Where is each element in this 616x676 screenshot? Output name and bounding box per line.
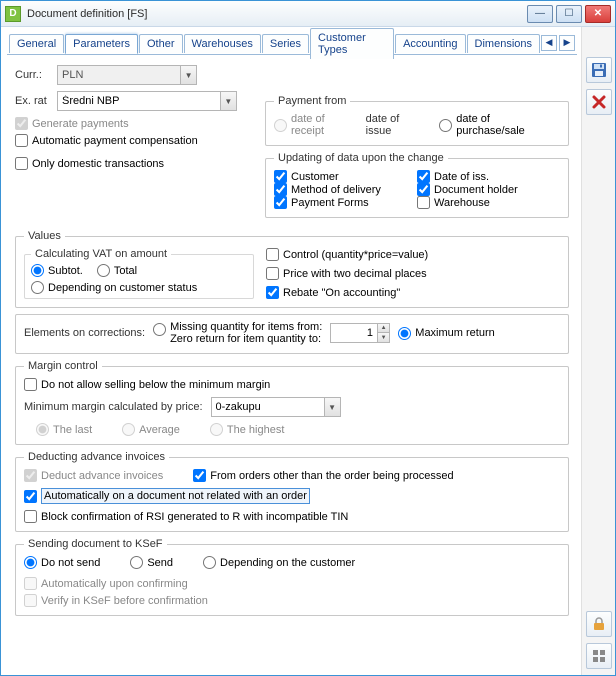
upd-payment-forms[interactable]: Payment Forms [274,196,417,209]
upd-customer[interactable]: Customer [274,170,417,183]
updating-legend: Updating of data upon the change [274,152,448,164]
from-orders[interactable]: From orders other than the order being p… [193,469,453,482]
spin-up-icon[interactable]: ▲ [378,324,389,333]
upd-date-iss[interactable]: Date of iss. [417,170,560,183]
advance-group: Deducting advance invoices Deduct advanc… [15,451,569,532]
cancel-button[interactable] [586,89,612,115]
tab-bar: General Parameters Other Warehouses Seri… [7,31,577,55]
side-toolbar [581,27,615,675]
ksef-group: Sending document to KSeF Do not send Sen… [15,538,569,616]
calc-vat-group: Calculating VAT on amount Subtot. Total … [24,248,254,299]
tab-customer-types[interactable]: Customer Types [310,28,394,59]
close-button[interactable]: ✕ [585,5,611,23]
save-button[interactable] [586,57,612,83]
margin-highest: The highest [210,423,284,436]
currency-label: Curr.: [15,69,57,81]
auto-payment-comp-checkbox[interactable]: Automatic payment compensation [15,134,265,147]
block-rsi[interactable]: Block confirmation of RSI generated to R… [24,510,560,523]
values-legend: Values [24,230,65,242]
tab-warehouses[interactable]: Warehouses [184,34,261,53]
exrate-value[interactable] [58,92,220,110]
titlebar[interactable]: D Document definition [FS] — ☐ ✕ [1,1,615,27]
document-definition-window: D Document definition [FS] — ☐ ✕ General… [0,0,616,676]
tab-scroll-left[interactable]: ◀ [541,35,557,51]
corrections-max-return[interactable]: Maximum return [398,327,494,340]
auto-on-doc[interactable]: Automatically on a document not related … [24,488,560,504]
ksef-depending[interactable]: Depending on the customer [203,556,355,569]
upd-doc-holder[interactable]: Document holder [417,183,560,196]
rebate-check[interactable]: Rebate "On accounting" [266,286,560,299]
payment-from-purchase[interactable]: date of purchase/sale [439,113,560,137]
tab-scroll-right[interactable]: ▶ [559,35,575,51]
margin-control-group: Margin control Do not allow selling belo… [15,360,569,445]
exrate-label: Ex. rat [15,95,57,107]
grid-button[interactable] [586,643,612,669]
lock-icon [591,616,607,632]
margin-legend: Margin control [24,360,102,372]
ksef-verify: Verify in KSeF before confirmation [24,594,560,607]
only-domestic-checkbox[interactable]: Only domestic transactions [15,157,265,170]
calc-vat-legend: Calculating VAT on amount [31,248,171,260]
vat-total[interactable]: Total [97,264,137,277]
updating-group: Updating of data upon the change Custome… [265,152,569,218]
advance-legend: Deducting advance invoices [24,451,169,463]
margin-avg: Average [122,423,180,436]
twodec-check[interactable]: Price with two decimal places [266,267,560,280]
currency-combo[interactable]: ▼ [57,65,197,85]
margin-combo[interactable]: ▼ [211,397,341,417]
payment-from-issue: date of issue [366,113,428,137]
corrections-group: Elements on corrections: Missing quantit… [15,314,569,354]
currency-value [58,66,180,84]
spin-down-icon[interactable]: ▼ [378,333,389,342]
lock-button[interactable] [586,611,612,637]
ksef-nosend[interactable]: Do not send [24,556,100,569]
tab-general[interactable]: General [9,34,64,53]
upd-delivery[interactable]: Method of delivery [274,183,417,196]
ksef-legend: Sending document to KSeF [24,538,167,550]
exrate-combo[interactable]: ▼ [57,91,237,111]
floppy-icon [591,62,607,78]
margin-last: The last [36,423,92,436]
grid-icon [591,648,607,664]
corrections-label: Elements on corrections: [24,327,145,339]
generate-payments-checkbox: Generate payments [15,117,265,130]
minimize-button[interactable]: — [527,5,553,23]
payment-from-group: Payment from date of receipt date of iss… [265,95,569,146]
payment-from-legend: Payment from [274,95,350,107]
window-title: Document definition [FS] [27,8,527,20]
parameters-pane: Curr.: ▼ Ex. rat ▼ [7,55,577,630]
tab-dimensions[interactable]: Dimensions [467,34,540,53]
tab-other[interactable]: Other [139,34,183,53]
tab-series[interactable]: Series [262,34,309,53]
margin-min-label: Minimum margin calculated by price: [24,401,203,413]
payment-from-receipt: date of receipt [274,113,360,137]
margin-dont-allow[interactable]: Do not allow selling below the minimum m… [24,378,560,391]
tab-accounting[interactable]: Accounting [395,34,465,53]
ksef-send[interactable]: Send [130,556,173,569]
values-group: Values Calculating VAT on amount Subtot.… [15,230,569,308]
vat-subtot[interactable]: Subtot. [31,264,83,277]
ksef-auto-confirm: Automatically upon confirming [24,577,560,590]
chevron-down-icon[interactable]: ▼ [180,66,196,84]
chevron-down-icon[interactable]: ▼ [324,398,340,416]
corrections-missing[interactable]: Missing quantity for items from: Zero re… [153,321,322,345]
app-icon: D [5,6,21,22]
corrections-spinner[interactable]: ▲▼ [330,323,390,343]
maximize-button[interactable]: ☐ [556,5,582,23]
control-check[interactable]: Control (quantity*price=value) [266,248,560,261]
upd-warehouse[interactable]: Warehouse [417,196,560,209]
tab-parameters[interactable]: Parameters [65,34,138,54]
chevron-down-icon[interactable]: ▼ [220,92,236,110]
vat-depending[interactable]: Depending on customer status [31,281,247,294]
close-icon [591,94,607,110]
deduct-advance: Deduct advance invoices [24,469,163,482]
